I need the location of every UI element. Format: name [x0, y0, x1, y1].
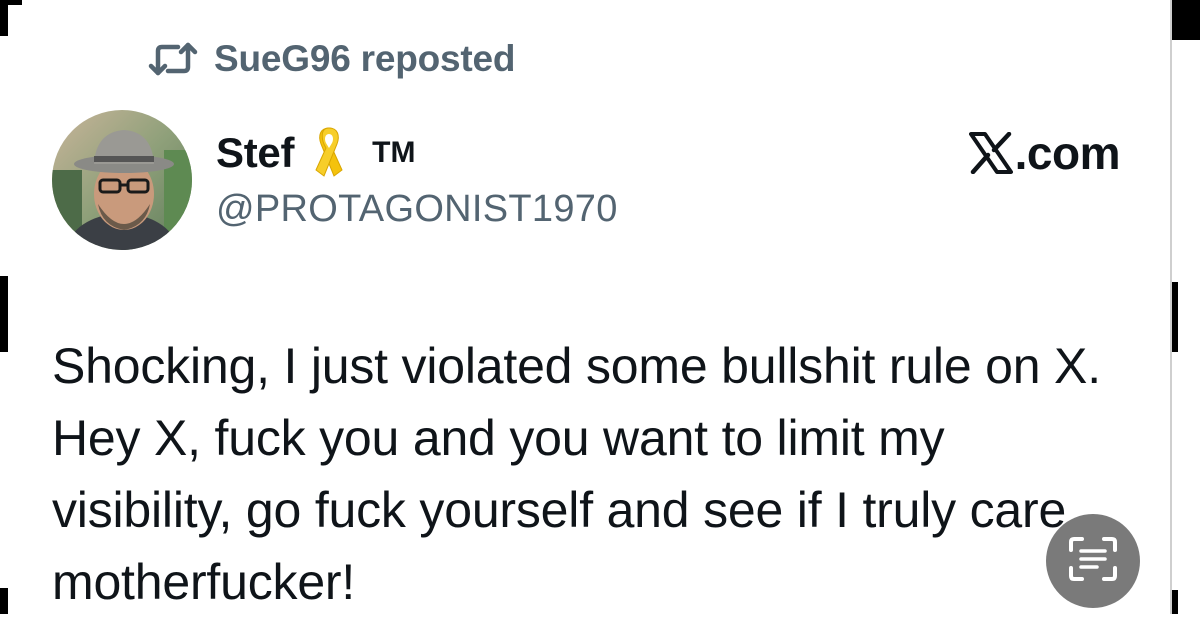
post-text: Shocking, I just violated some bullshit … — [52, 338, 1101, 610]
yellow-ribbon-icon — [312, 124, 346, 182]
frame-edge-left-top — [0, 0, 8, 36]
avatar[interactable] — [52, 110, 192, 250]
frame-edge-right-top — [1170, 0, 1200, 40]
frame-edge-left-mid — [0, 276, 8, 352]
live-text-scan-icon — [1067, 536, 1119, 587]
author-name-row[interactable]: Stef TM — [216, 124, 415, 182]
author-handle[interactable]: @PROTAGONIST1970 — [216, 188, 618, 231]
repost-icon — [148, 39, 198, 79]
live-text-scan-button[interactable] — [1046, 514, 1140, 608]
brand-domain-text: .com — [1014, 127, 1121, 179]
frame-edge-left-bottom — [0, 588, 8, 614]
repost-label: SueG96 reposted — [214, 38, 516, 79]
trademark-badge: TM — [372, 136, 416, 169]
avatar-image — [52, 110, 192, 250]
frame-edge-right-line — [1170, 0, 1172, 614]
x-logo-icon — [968, 131, 1013, 175]
brand-watermark: .com — [968, 126, 1121, 180]
repost-context[interactable]: SueG96 reposted — [148, 38, 516, 80]
display-name: Stef — [216, 129, 295, 176]
